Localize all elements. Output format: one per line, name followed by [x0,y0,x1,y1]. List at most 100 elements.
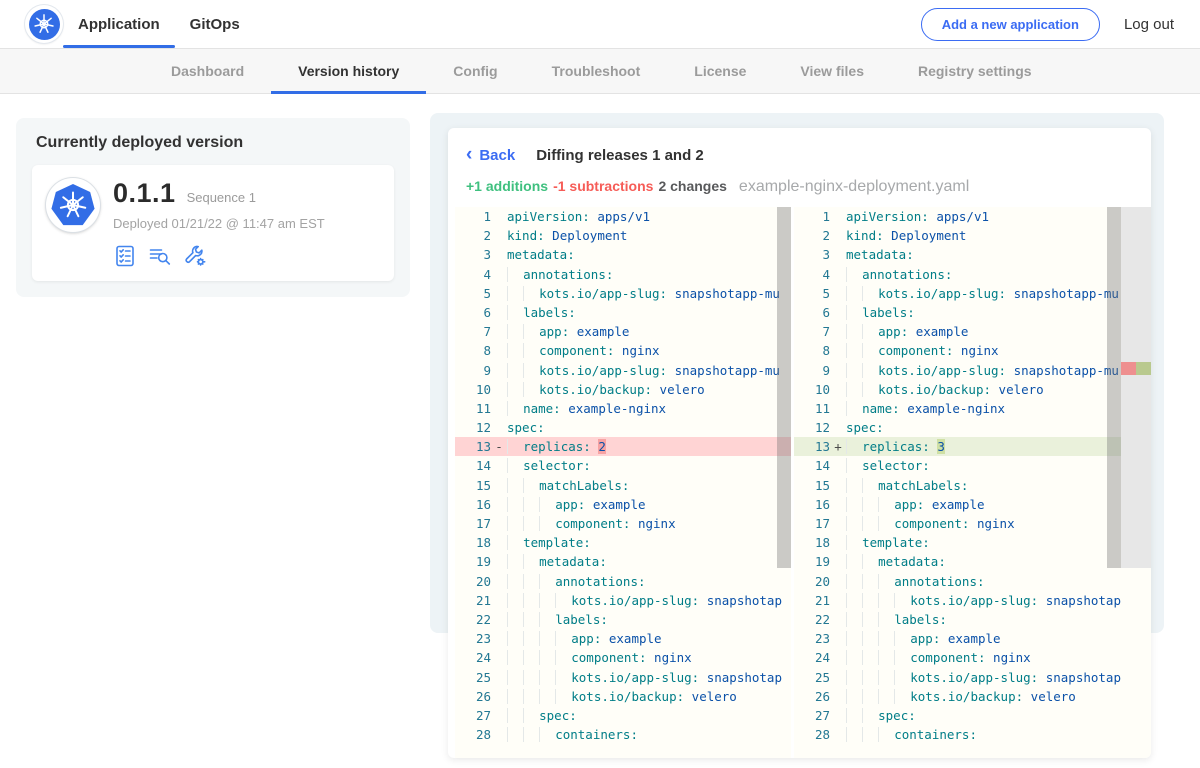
code-line: 8 component: nginx [455,341,791,360]
code-line: 22 labels: [794,610,1151,629]
code-line: 16 app: example [455,495,791,514]
additions-stat: +1 additions [466,178,548,194]
code-line: 12spec: [794,418,1151,437]
code-line: 28 containers: [455,725,791,744]
diff-filename: example-nginx-deployment.yaml [739,178,969,196]
preflight-checklist-icon[interactable] [113,244,137,268]
code-line: 4 annotations: [455,265,791,284]
kubernetes-logo [25,5,63,43]
code-line: 20 annotations: [794,572,1151,591]
code-line: 15 matchLabels: [794,476,1151,495]
main-content: Currently deployed version 0.1.1 Sequenc… [0,94,1200,766]
code-line: 26 kots.io/backup: velero [455,687,791,706]
kubernetes-app-icon [51,184,95,226]
code-line: 20 annotations: [455,572,791,591]
currently-deployed-card: Currently deployed version 0.1.1 Sequenc… [16,118,410,297]
tab-gitops[interactable]: GitOps [175,0,255,48]
code-line: 11 name: example-nginx [455,399,791,418]
code-line: 2kind: Deployment [794,226,1151,245]
changes-stat: 2 changes [658,178,726,194]
code-line: 21 kots.io/app-slug: snapshotap [455,591,791,610]
diff-overview-ruler[interactable] [1121,207,1151,568]
code-line: 12spec: [455,418,791,437]
code-line: 19 metadata: [794,552,1151,571]
deploy-logs-icon[interactable] [148,244,172,268]
code-line: 26 kots.io/backup: velero [794,687,1151,706]
code-line: 4 annotations: [794,265,1151,284]
code-line: 11 name: example-nginx [794,399,1151,418]
code-line: 14 selector: [455,456,791,475]
chevron-left-icon: ‹ [466,145,472,164]
code-line: 1apiVersion: apps/v1 [455,207,791,226]
subnav-registry-settings[interactable]: Registry settings [891,49,1059,93]
diff-editors: 1apiVersion: apps/v12kind: Deployment3me… [455,207,1151,758]
add-application-button[interactable]: Add a new application [921,8,1100,41]
code-line: 28 containers: [794,725,1151,744]
version-number: 0.1.1 [113,178,176,209]
tab-application[interactable]: Application [63,0,175,48]
overview-deletion-mark [1121,362,1136,375]
subnav-troubleshoot[interactable]: Troubleshoot [525,49,668,93]
code-line: 19 metadata: [455,552,791,571]
code-line: 24 component: nginx [794,648,1151,667]
code-line: 7 app: example [794,322,1151,341]
code-line: 27 spec: [794,706,1151,725]
code-line: 5 kots.io/app-slug: snapshotapp-mu [794,284,1151,303]
subnav-view-files[interactable]: View files [773,49,891,93]
code-line: 27 spec: [455,706,791,725]
deployed-card-title: Currently deployed version [36,134,394,152]
code-line: 21 kots.io/app-slug: snapshotap [794,591,1151,610]
code-line: 23 app: example [455,629,791,648]
code-line: 15 matchLabels: [455,476,791,495]
code-line: 3metadata: [794,245,1151,264]
overview-addition-mark [1136,362,1151,375]
app-sub-nav: Dashboard Version history Config Trouble… [0,48,1200,94]
deployed-version-tile: 0.1.1 Sequence 1 Deployed 01/21/22 @ 11:… [32,165,394,281]
code-line: 13+ replicas: 3 [794,437,1151,456]
subnav-dashboard[interactable]: Dashboard [144,49,271,93]
deployed-timestamp: Deployed 01/21/22 @ 11:47 am EST [113,216,325,231]
code-line: 22 labels: [455,610,791,629]
diff-editor-left: 1apiVersion: apps/v12kind: Deployment3me… [455,207,791,758]
code-line: 6 labels: [455,303,791,322]
code-line: 17 component: nginx [794,514,1151,533]
subtractions-stat: -1 subtractions [553,178,653,194]
tab-application-label: Application [78,16,160,33]
top-nav: Application GitOps Add a new application… [0,0,1200,48]
subnav-version-history[interactable]: Version history [271,49,426,93]
diff-editor-right: 1apiVersion: apps/v12kind: Deployment3me… [794,207,1151,758]
code-line: 10 kots.io/backup: velero [794,380,1151,399]
tab-gitops-label: GitOps [190,16,240,33]
diff-title: Diffing releases 1 and 2 [536,147,704,164]
code-line: 25 kots.io/app-slug: snapshotap [455,668,791,687]
code-line: 2kind: Deployment [455,226,791,245]
left-editor-scrollbar[interactable] [777,207,791,568]
app-icon-badge [46,178,100,232]
code-line: 5 kots.io/app-slug: snapshotapp-mu [455,284,791,303]
logout-link[interactable]: Log out [1124,16,1174,33]
kubernetes-wheel-icon [29,9,60,40]
code-line: 18 template: [455,533,791,552]
code-line: 17 component: nginx [455,514,791,533]
code-line: 23 app: example [794,629,1151,648]
code-line: 13- replicas: 2 [455,437,791,456]
subnav-config[interactable]: Config [426,49,524,93]
code-line: 16 app: example [794,495,1151,514]
code-line: 1apiVersion: apps/v1 [794,207,1151,226]
edit-config-icon[interactable] [183,244,207,268]
code-line: 6 labels: [794,303,1151,322]
code-line: 3metadata: [455,245,791,264]
code-line: 18 template: [794,533,1151,552]
code-line: 8 component: nginx [794,341,1151,360]
back-button[interactable]: ‹ Back [466,146,515,165]
code-line: 7 app: example [455,322,791,341]
code-line: 9 kots.io/app-slug: snapshotapp-mu [794,361,1151,380]
sequence-label: Sequence 1 [187,190,256,205]
diff-panel: ‹ Back Diffing releases 1 and 2 +1 addit… [448,128,1151,758]
code-line: 14 selector: [794,456,1151,475]
subnav-license[interactable]: License [667,49,773,93]
code-line: 25 kots.io/app-slug: snapshotap [794,668,1151,687]
code-line: 10 kots.io/backup: velero [455,380,791,399]
code-line: 9 kots.io/app-slug: snapshotapp-mu [455,361,791,380]
right-editor-scrollbar[interactable] [1107,207,1121,568]
